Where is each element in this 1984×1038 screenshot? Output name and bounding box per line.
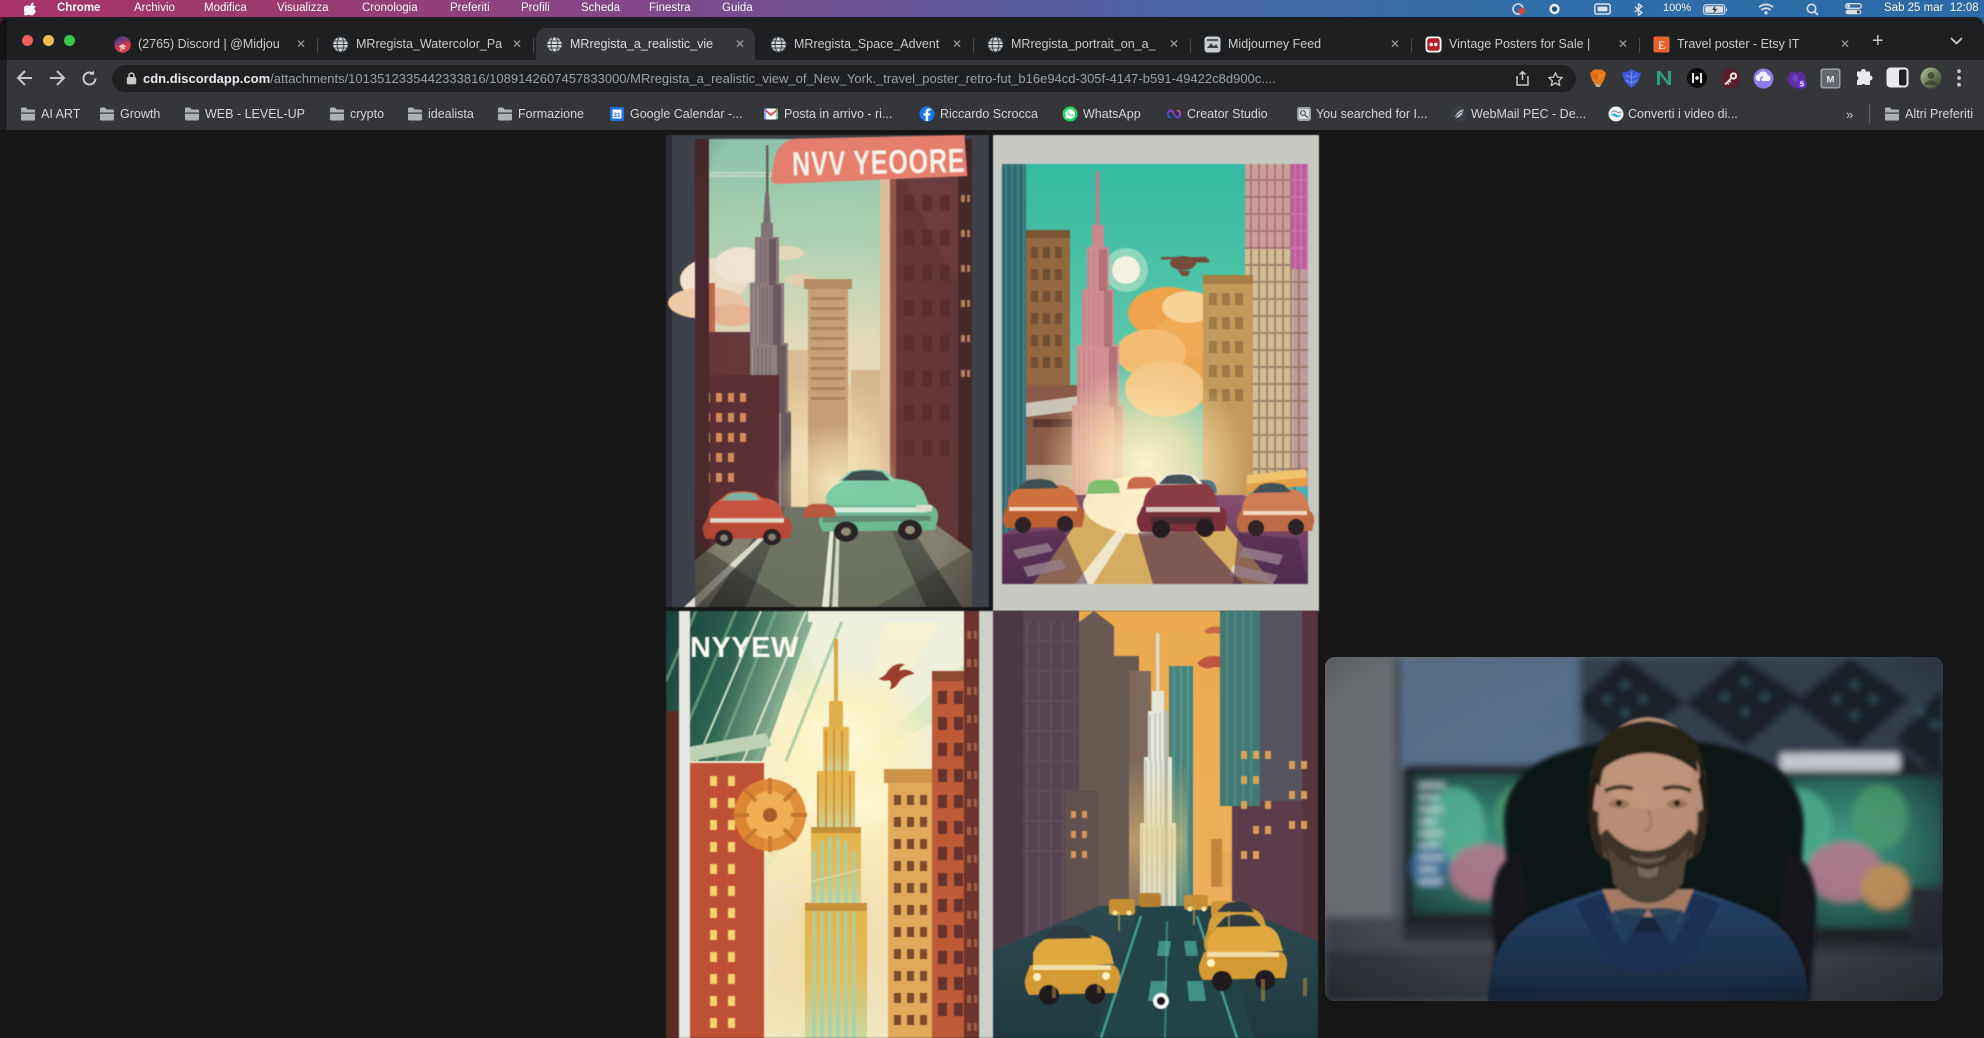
svg-text:M: M — [1827, 75, 1835, 86]
svg-text:31: 31 — [613, 112, 621, 119]
svg-text:NYYEW: NYYEW — [690, 632, 799, 664]
svg-text:E: E — [1658, 38, 1665, 52]
svg-text:2+: 2+ — [120, 47, 126, 52]
svg-text:5: 5 — [1800, 80, 1804, 89]
svg-text:NVV YEOORE: NVV YEOORE — [792, 142, 966, 183]
